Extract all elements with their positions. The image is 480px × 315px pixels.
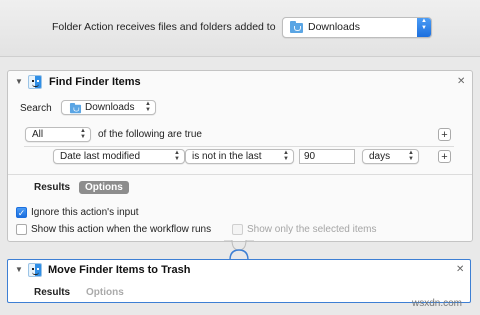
folder-icon (69, 103, 82, 114)
popup-arrows-icon: ▲ ▼ (80, 128, 86, 140)
find-finder-items-action: ▼ Find Finder Items ✕ Search Downloads ▲… (7, 70, 473, 242)
watermark: wsxdn.com (412, 298, 463, 309)
action-title: Move Finder Items to Trash (48, 264, 191, 276)
popup-arrows-icon: ▲ ▼ (145, 101, 151, 113)
criteria-attribute-popup[interactable]: Date last modified ▲ ▼ (53, 149, 185, 164)
target-folder-popup[interactable]: Downloads ▲ ▼ (282, 17, 432, 38)
divider (24, 146, 454, 147)
tab-results[interactable]: Results (34, 286, 70, 299)
close-icon[interactable]: ✕ (457, 76, 465, 87)
search-location-popup[interactable]: Downloads ▲ ▼ (61, 100, 156, 115)
finder-icon (28, 263, 42, 277)
ignore-input-label: Ignore this action's input (31, 207, 139, 218)
criteria-attribute-value: Date last modified (60, 151, 141, 162)
match-type-popup[interactable]: All ▲ ▼ (25, 127, 91, 142)
criteria-operator-value: is not in the last (192, 151, 262, 162)
criteria-unit-popup[interactable]: days ▲ ▼ (362, 149, 419, 164)
match-text: of the following are true (98, 129, 202, 140)
target-folder-value: Downloads (308, 21, 360, 33)
add-criteria-button[interactable]: + (438, 150, 451, 163)
popup-stepper-icon: ▲ ▼ (417, 18, 431, 37)
finder-icon (28, 75, 42, 89)
ignore-input-checkbox[interactable]: ✓ (16, 207, 27, 218)
criteria-amount-value: 90 (304, 151, 316, 162)
show-when-runs-checkbox[interactable] (16, 224, 27, 235)
popup-arrows-icon: ▲ ▼ (174, 150, 180, 162)
tab-options[interactable]: Options (86, 286, 124, 299)
add-condition-button[interactable]: + (438, 128, 451, 141)
divider (8, 174, 472, 175)
folder-icon (290, 21, 303, 33)
collapse-triangle-icon[interactable]: ▼ (15, 77, 23, 86)
folder-action-bar: Folder Action receives files and folders… (0, 0, 480, 57)
search-location-value: Downloads (85, 102, 135, 113)
match-type-value: All (32, 129, 44, 140)
action-connector-icon (224, 240, 254, 260)
move-to-trash-action: ▼ Move Finder Items to Trash ✕ Results O… (7, 259, 471, 303)
show-when-runs-label: Show this action when the workflow runs (31, 224, 212, 235)
show-selected-checkbox[interactable] (232, 224, 243, 235)
criteria-unit-value: days (369, 151, 391, 162)
collapse-triangle-icon[interactable]: ▼ (15, 265, 23, 274)
criteria-amount-field[interactable]: 90 (299, 149, 355, 164)
search-label: Search (20, 103, 52, 114)
tab-results[interactable]: Results (34, 181, 70, 194)
show-selected-label: Show only the selected items (247, 224, 377, 235)
action-title: Find Finder Items (49, 76, 141, 88)
popup-arrows-icon: ▲ ▼ (408, 150, 414, 162)
close-icon[interactable]: ✕ (456, 264, 464, 275)
popup-arrows-icon: ▲ ▼ (283, 150, 289, 162)
tab-options[interactable]: Options (79, 181, 129, 194)
folder-action-label: Folder Action receives files and folders… (52, 21, 276, 33)
criteria-operator-popup[interactable]: is not in the last ▲ ▼ (185, 149, 294, 164)
